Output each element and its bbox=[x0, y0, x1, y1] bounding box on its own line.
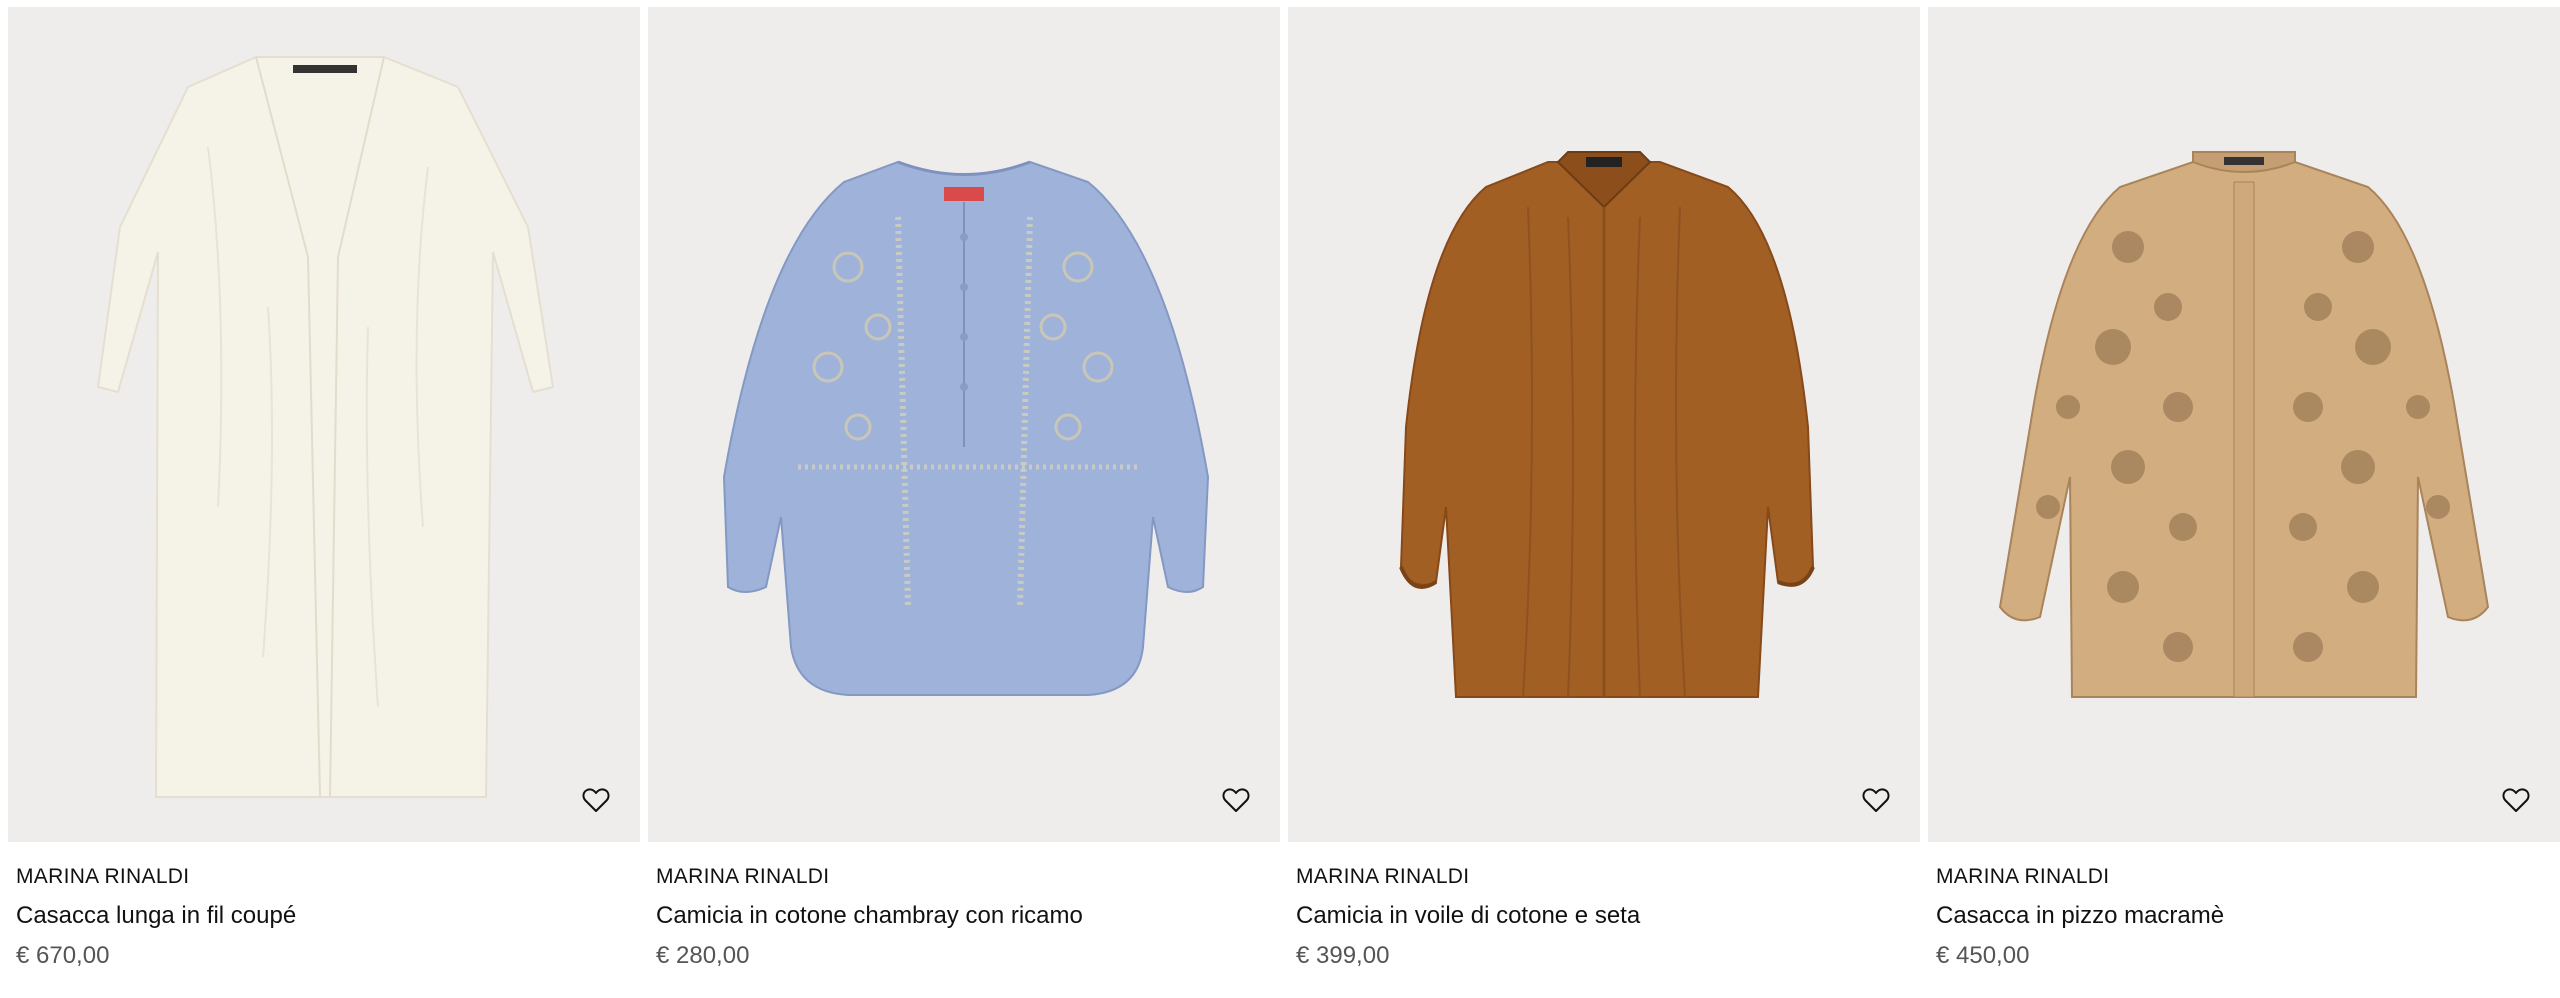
product-image[interactable] bbox=[1928, 7, 2560, 842]
product-price: € 399,00 bbox=[1296, 942, 1390, 969]
voile-shirt-image bbox=[1399, 151, 1815, 698]
favorite-button[interactable] bbox=[580, 784, 612, 816]
product-price: € 280,00 bbox=[656, 942, 750, 969]
product-name[interactable]: Camicia in cotone chambray con ricamo bbox=[656, 902, 1280, 930]
lace-jacket-image bbox=[1998, 151, 2490, 698]
product-grid: MARINA RINALDI Casacca lunga in fil coup… bbox=[0, 0, 2560, 998]
chambray-shirt-image bbox=[722, 160, 1210, 696]
product-image[interactable] bbox=[648, 7, 1280, 842]
product-brand: MARINA RINALDI bbox=[16, 865, 190, 888]
heart-outline-icon bbox=[2502, 788, 2530, 812]
product-name[interactable]: Casacca in pizzo macramè bbox=[1936, 902, 2560, 930]
product-image[interactable] bbox=[1288, 7, 1920, 842]
product-image[interactable] bbox=[8, 7, 640, 842]
favorite-button[interactable] bbox=[2500, 784, 2532, 816]
heart-outline-icon bbox=[1222, 788, 1250, 812]
product-card[interactable]: MARINA RINALDI Camicia in cotone chambra… bbox=[648, 0, 1280, 998]
product-brand: MARINA RINALDI bbox=[656, 865, 830, 888]
product-card[interactable]: MARINA RINALDI Casacca lunga in fil coup… bbox=[8, 0, 640, 998]
product-name[interactable]: Casacca lunga in fil coupé bbox=[16, 902, 640, 930]
product-brand: MARINA RINALDI bbox=[1936, 865, 2110, 888]
product-card[interactable]: MARINA RINALDI Camicia in voile di coton… bbox=[1288, 0, 1920, 998]
favorite-button[interactable] bbox=[1220, 784, 1252, 816]
product-price: € 670,00 bbox=[16, 942, 110, 969]
product-price: € 450,00 bbox=[1936, 942, 2030, 969]
product-info: MARINA RINALDI Camicia in cotone chambra… bbox=[648, 842, 1280, 970]
long-jacket-image bbox=[96, 56, 555, 798]
product-brand: MARINA RINALDI bbox=[1296, 865, 1470, 888]
product-card[interactable]: MARINA RINALDI Casacca in pizzo macramè … bbox=[1928, 0, 2560, 998]
product-name[interactable]: Camicia in voile di cotone e seta bbox=[1296, 902, 1920, 930]
product-info: MARINA RINALDI Camicia in voile di coton… bbox=[1288, 842, 1920, 970]
favorite-button[interactable] bbox=[1860, 784, 1892, 816]
heart-outline-icon bbox=[1862, 788, 1890, 812]
heart-outline-icon bbox=[582, 788, 610, 812]
product-info: MARINA RINALDI Casacca in pizzo macramè … bbox=[1928, 842, 2560, 970]
product-info: MARINA RINALDI Casacca lunga in fil coup… bbox=[8, 842, 640, 970]
